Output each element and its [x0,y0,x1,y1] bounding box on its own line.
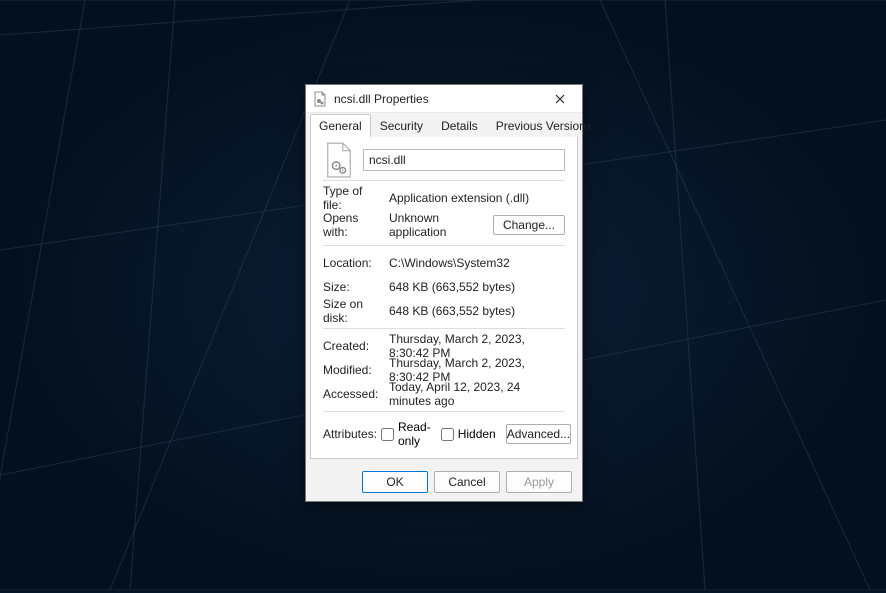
accessed-label: Accessed: [323,387,381,401]
modified-label: Modified: [323,363,381,377]
divider [323,411,565,412]
tab-previous-versions[interactable]: Previous Versions [487,114,601,137]
accessed-value: Today, April 12, 2023, 24 minutes ago [389,380,565,408]
filename-input[interactable] [363,149,565,171]
type-label: Type of file: [323,184,381,212]
tab-general[interactable]: General [310,114,371,137]
opens-with-value: Unknown application [389,211,485,239]
ok-button[interactable]: OK [362,471,428,493]
file-icon [312,91,328,107]
hidden-checkbox[interactable]: Hidden [441,420,496,448]
opens-with-label: Opens with: [323,211,381,239]
cancel-button[interactable]: Cancel [434,471,500,493]
tab-strip: General Security Details Previous Versio… [306,114,582,137]
size-value: 648 KB (663,552 bytes) [389,280,565,294]
tab-security[interactable]: Security [371,114,432,137]
tab-details[interactable]: Details [432,114,487,137]
size-label: Size: [323,280,381,294]
location-value: C:\Windows\System32 [389,256,565,270]
divider [323,328,565,329]
readonly-checkbox-input[interactable] [381,428,394,441]
size-on-disk-value: 648 KB (663,552 bytes) [389,304,565,318]
advanced-button[interactable]: Advanced... [506,424,571,444]
apply-button[interactable]: Apply [506,471,572,493]
readonly-label: Read-only [398,420,431,448]
divider [323,180,565,181]
large-file-icon [323,140,355,180]
titlebar[interactable]: ncsi.dll Properties [306,85,582,113]
readonly-checkbox[interactable]: Read-only [381,420,431,448]
divider [323,245,565,246]
change-button[interactable]: Change... [493,215,565,235]
hidden-checkbox-input[interactable] [441,428,454,441]
location-label: Location: [323,256,381,270]
type-value: Application extension (.dll) [389,191,565,205]
created-label: Created: [323,339,381,353]
tab-content-general: Type of file: Application extension (.dl… [310,136,578,459]
close-button[interactable] [544,87,576,111]
properties-dialog: ncsi.dll Properties General Security Det… [305,84,583,502]
window-title: ncsi.dll Properties [334,92,538,106]
attributes-label: Attributes: [323,427,381,441]
hidden-label: Hidden [458,427,496,441]
size-on-disk-label: Size on disk: [323,297,381,325]
dialog-footer: OK Cancel Apply [306,463,582,501]
